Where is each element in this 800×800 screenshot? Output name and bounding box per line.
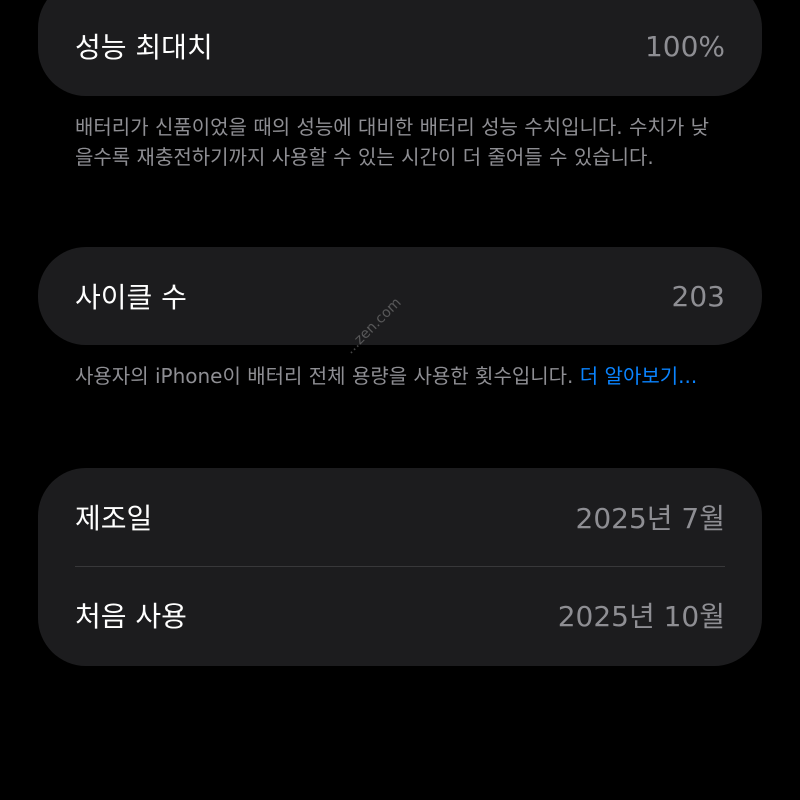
cycle-count-card: 사이클 수 203 (38, 247, 762, 345)
first-use-label: 처음 사용 (75, 600, 187, 633)
cycle-count-label: 사이클 수 (75, 281, 187, 314)
peak-capacity-value: 100% (644, 29, 725, 63)
first-use-row: 처음 사용 2025년 10월 (75, 595, 725, 635)
cycle-count-note: 사용자의 iPhone이 배터리 전체 용량을 사용한 횟수입니다. 더 알아보… (75, 361, 715, 391)
peak-capacity-row: 성능 최대치 100% (75, 26, 725, 66)
peak-capacity-label: 성능 최대치 (75, 31, 213, 64)
cycle-count-value: 203 (671, 279, 725, 313)
row-divider (75, 566, 725, 567)
dates-card: 제조일 2025년 7월 처음 사용 2025년 10월 (38, 468, 762, 666)
first-use-value: 2025년 10월 (557, 600, 725, 633)
manufacture-date-label: 제조일 (75, 502, 153, 535)
peak-capacity-card: 성능 최대치 100% (38, 0, 762, 96)
manufacture-date-row: 제조일 2025년 7월 (75, 497, 725, 537)
manufacture-date-value: 2025년 7월 (575, 502, 726, 535)
peak-capacity-note: 배터리가 신품이었을 때의 성능에 대비한 배터리 성능 수치입니다. 수치가 … (75, 115, 709, 169)
learn-more-link[interactable]: 더 알아보기... (580, 364, 697, 388)
cycle-count-note-text: 사용자의 iPhone이 배터리 전체 용량을 사용한 횟수입니다. (75, 364, 580, 388)
